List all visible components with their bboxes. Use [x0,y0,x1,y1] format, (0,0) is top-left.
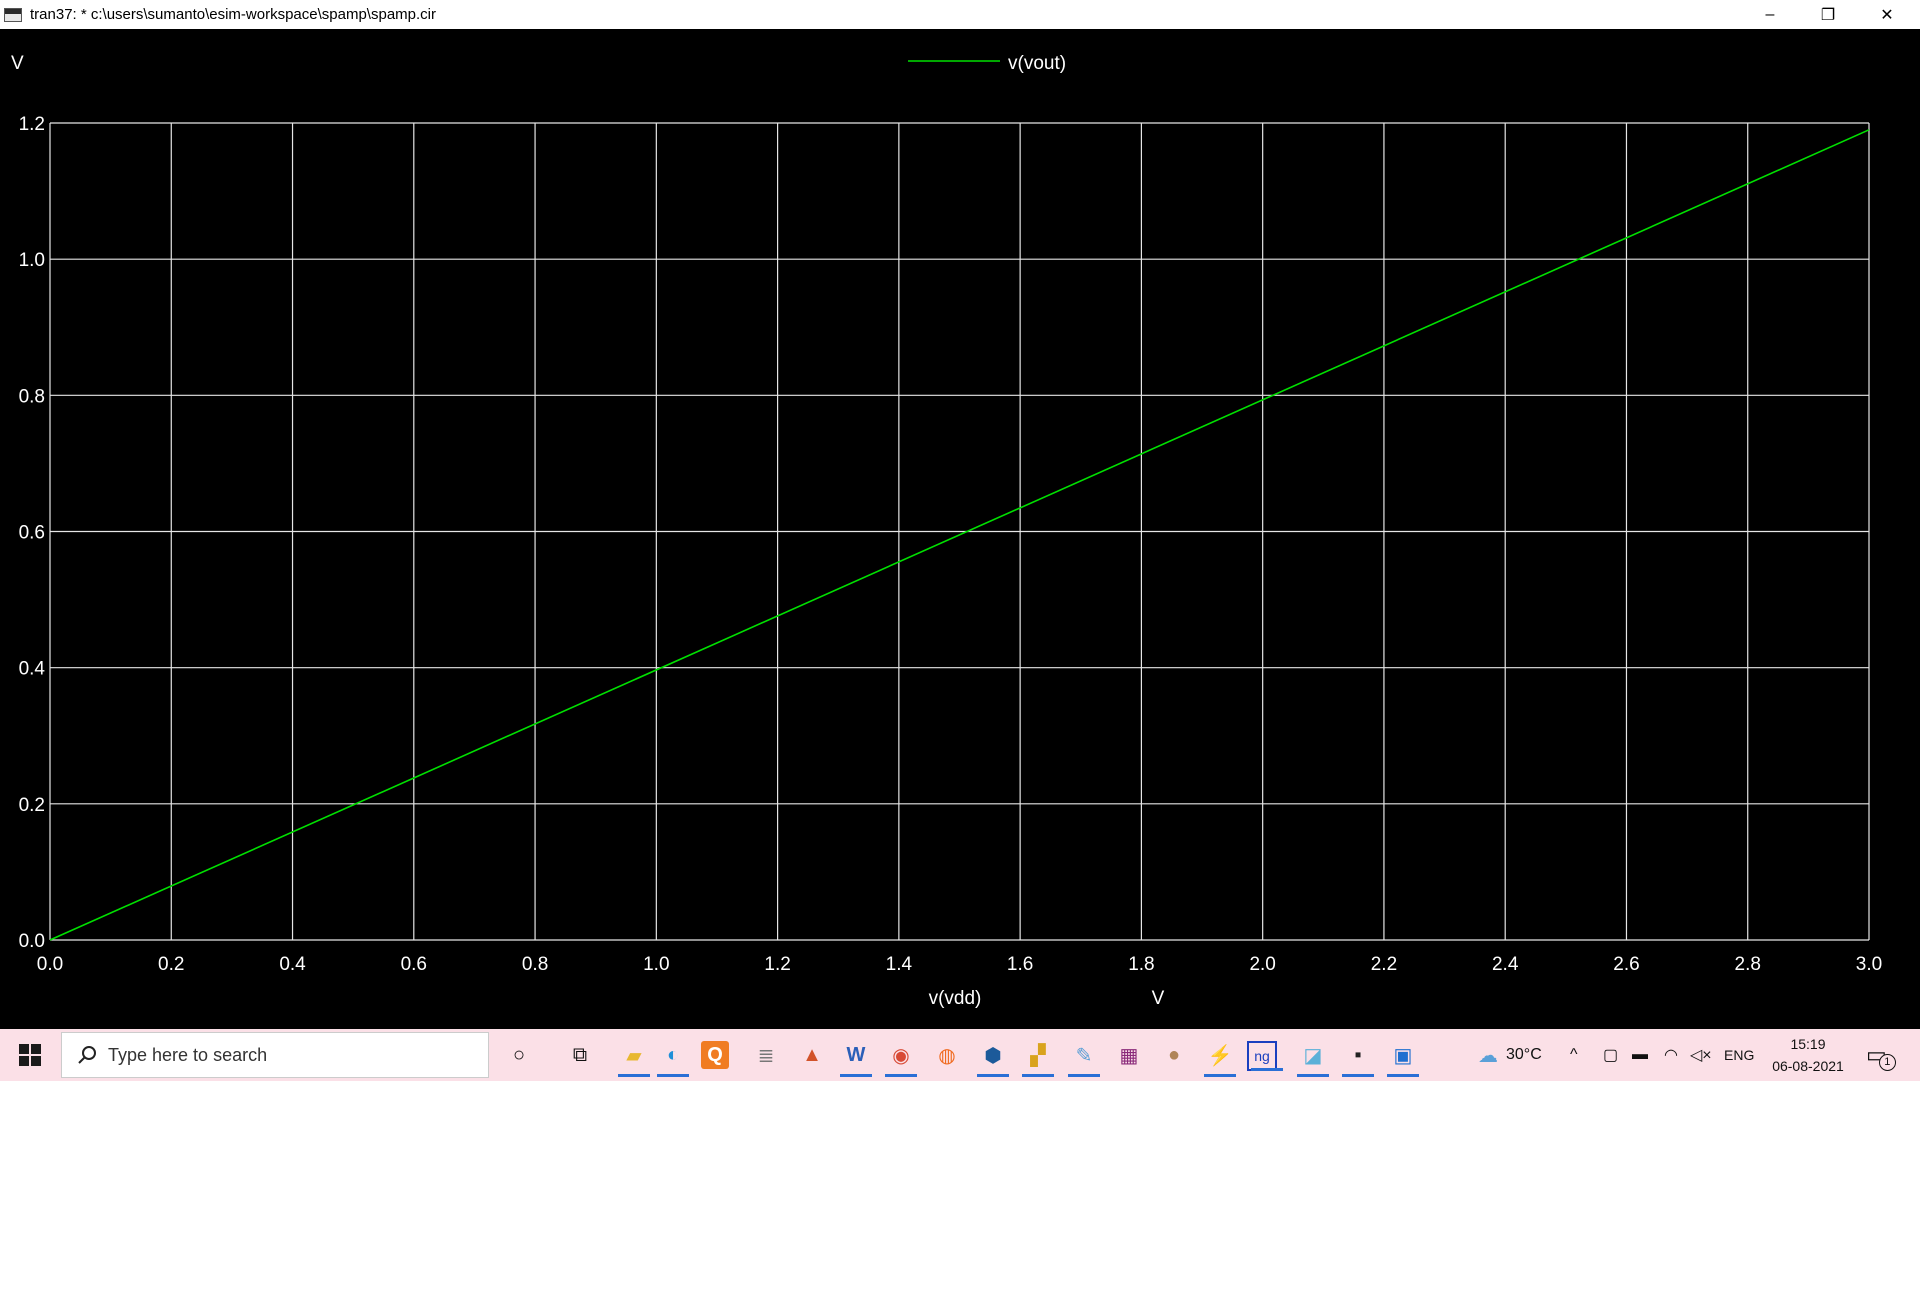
x-tick-label: 1.8 [1128,954,1154,975]
file-explorer-icon[interactable]: ▰ [616,1035,652,1077]
x-axis-unit: V [1152,988,1165,1009]
plot-window[interactable]: 0.0 0.2 0.4 0.6 0.8 1.0 1.2 1.4 1.6 1.8 2.0 2.2 2.4 2… [0,29,1920,1029]
window-app-icon[interactable]: ▣ [1385,1035,1421,1077]
x-tick-label: 2.8 [1735,954,1761,975]
x-tick-label: 1.6 [1007,954,1033,975]
weather-icon: ☁ [1478,1044,1498,1067]
firefox-icon[interactable]: ◍ [929,1035,965,1075]
y-tick-label: 1.0 [19,250,45,271]
running-indicator [840,1074,872,1077]
x-tick-label: 1.4 [886,954,913,975]
language-indicator[interactable]: ENG [1724,1029,1754,1081]
y-tick-label: 0.8 [19,386,45,407]
running-indicator [1297,1074,1329,1077]
plot-chart: 0.0 0.2 0.4 0.6 0.8 1.0 1.2 1.4 1.6 1.8 2.0 2.2 2.4 2… [11,53,1882,1009]
minimize-button[interactable]: – [1747,0,1793,29]
y-tick-label: 0.2 [19,795,45,816]
x-tick-label: 0.4 [279,954,306,975]
weather-temp: 30°C [1506,1046,1542,1063]
running-indicator [885,1074,917,1077]
x-tick-label: 0.8 [522,954,548,975]
terminal-icon[interactable]: ▪ [1340,1035,1376,1077]
weather-widget[interactable]: ☁ 30°C [1478,1029,1542,1081]
word-icon[interactable]: W [838,1035,874,1077]
paint-tool-icon[interactable]: ▞ [1020,1035,1056,1077]
ngspice-icon[interactable]: ng [1247,1041,1283,1071]
x-tick-label: 0.2 [158,954,184,975]
notification-center-icon[interactable]: ▭ 1 [1866,1029,1896,1081]
globe-app-icon[interactable]: ● [1156,1035,1192,1075]
series-line [49,129,1870,941]
running-indicator [1342,1074,1374,1077]
x-tick-label: 2.4 [1492,954,1519,975]
paint-icon[interactable]: ✎ [1066,1035,1102,1077]
x-tick-label: 1.0 [643,954,669,975]
clock-date: 06-08-2021 [1772,1058,1844,1074]
search-icon [78,1046,96,1064]
y-tick-label: 0.4 [19,659,46,680]
running-indicator [1387,1074,1419,1077]
windows-logo-icon [19,1044,41,1066]
legend-label: v(vout) [1008,53,1066,74]
virtualbox-icon[interactable]: ⬢ [975,1035,1011,1077]
database-icon[interactable]: ≣ [748,1035,784,1075]
x-tick-label: 2.2 [1371,954,1397,975]
running-indicator [657,1074,689,1077]
x-tick-label: 2.6 [1613,954,1639,975]
kicad-icon[interactable]: ⚡ [1202,1035,1238,1077]
chrome-icon[interactable]: ◉ [883,1035,919,1077]
title-bar: tran37: * c:\users\sumanto\esim-workspac… [0,0,1920,29]
show-hidden-icons-icon[interactable]: ^ [1570,1029,1578,1081]
clock-time: 15:19 [1790,1036,1826,1052]
task-view-icon[interactable]: ⧉ [562,1035,598,1075]
network-icon[interactable]: ◠ [1664,1029,1678,1081]
x-tick-label: 0.0 [37,954,63,975]
running-indicator [1204,1074,1236,1077]
search-box[interactable]: Type here to search [61,1032,489,1078]
y-axis-label: V [11,53,24,74]
edge-icon[interactable]: ◐ [655,1035,691,1077]
notepad-icon[interactable]: ◪ [1295,1035,1331,1077]
window-title: tran37: * c:\users\sumanto\esim-workspac… [30,6,436,23]
x-tick-label: 3.0 [1856,954,1882,975]
running-indicator [1022,1074,1054,1077]
start-button[interactable] [0,1029,60,1081]
matlab-icon[interactable]: ▲ [794,1035,830,1075]
battery-icon[interactable]: ▬ [1632,1029,1648,1081]
app-icon [4,7,22,22]
running-indicator [1251,1068,1283,1071]
close-button[interactable]: ✕ [1864,0,1910,29]
y-tick-label: 1.2 [19,114,45,135]
y-tick-label: 0.6 [19,523,45,544]
restore-button[interactable]: ❐ [1805,0,1851,29]
clock[interactable]: 15:19 06-08-2021 [1760,1033,1856,1077]
running-indicator [977,1074,1009,1077]
running-indicator [1068,1074,1100,1077]
x-axis-label: v(vdd) [929,988,982,1009]
winrar-icon[interactable]: ▦ [1111,1035,1147,1075]
y-tick-label: 0.0 [19,931,45,952]
taskbar: Type here to search ○ ⧉ ▰ ◐ Q ≣ ▲ W ◉ ◍ ⬢ ▞ ✎ ▦ ● ⚡ ng ◪ ▪… [0,1029,1920,1081]
x-tick-label: 0.6 [401,954,427,975]
notification-badge: 1 [1878,1053,1896,1071]
qt-icon[interactable]: Q [701,1041,729,1069]
meet-now-icon[interactable]: ▢ [1603,1029,1618,1081]
volume-muted-icon[interactable]: ◁× [1690,1029,1712,1081]
x-tick-label: 2.0 [1249,954,1275,975]
cortana-icon[interactable]: ○ [501,1035,537,1075]
search-input[interactable]: Type here to search [108,1045,267,1066]
x-tick-label: 1.2 [764,954,790,975]
running-indicator [618,1074,650,1077]
